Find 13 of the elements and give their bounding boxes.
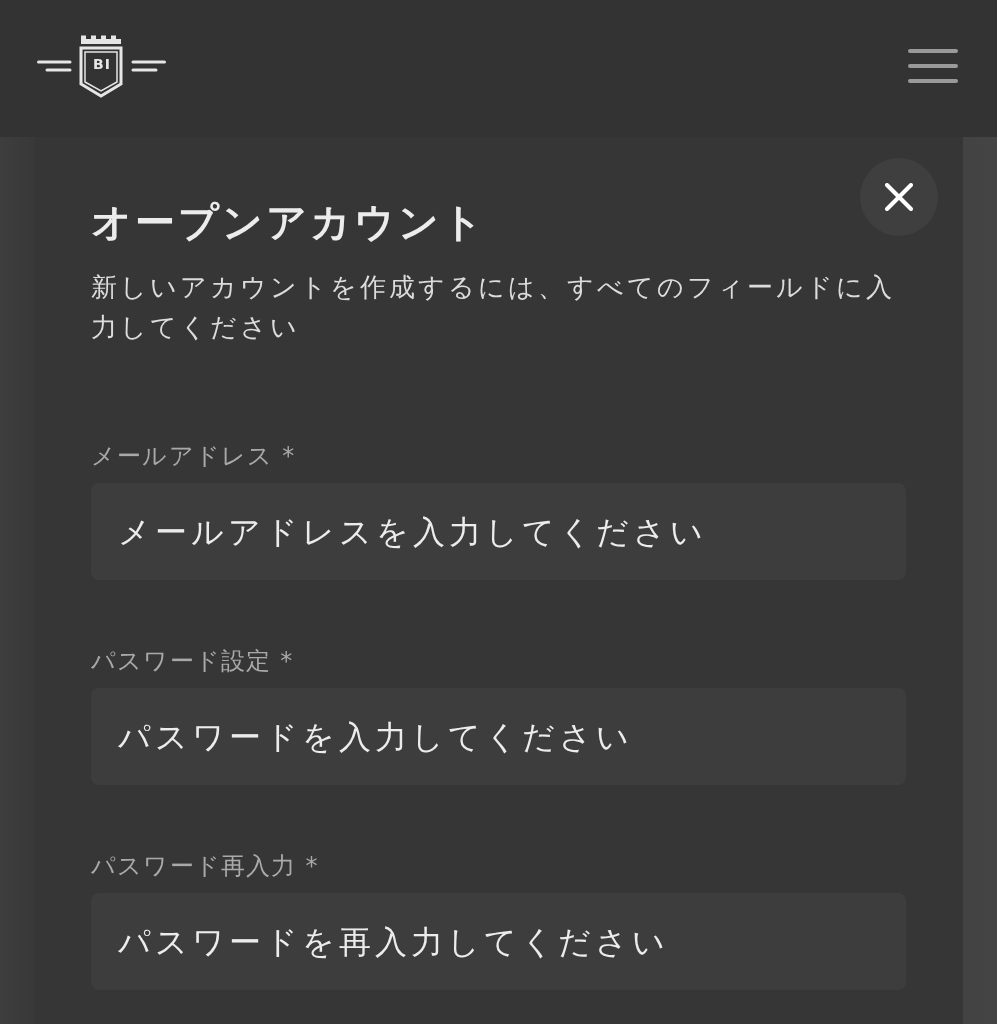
field-label: メールアドレス * xyxy=(91,441,296,471)
field-label: パスワード設定 * xyxy=(91,646,294,676)
logo-text: BI xyxy=(92,55,112,72)
menu-button[interactable] xyxy=(907,47,959,84)
field-label: パスワード再入力 * xyxy=(91,851,319,881)
input-field[interactable]: メールアドレスを入力してください xyxy=(91,483,906,580)
modal-description: 新しいアカウントを作成するには、すべてのフィールドに入力してください xyxy=(91,271,896,344)
close-icon xyxy=(885,183,913,211)
menu-icon xyxy=(907,47,959,84)
input-field[interactable]: パスワードを再入力してください xyxy=(91,893,906,990)
shield-logo-icon[interactable] xyxy=(37,33,166,98)
modal-title: オープンアカウント xyxy=(91,198,487,247)
input-field[interactable]: パスワードを入力してください xyxy=(91,688,906,785)
